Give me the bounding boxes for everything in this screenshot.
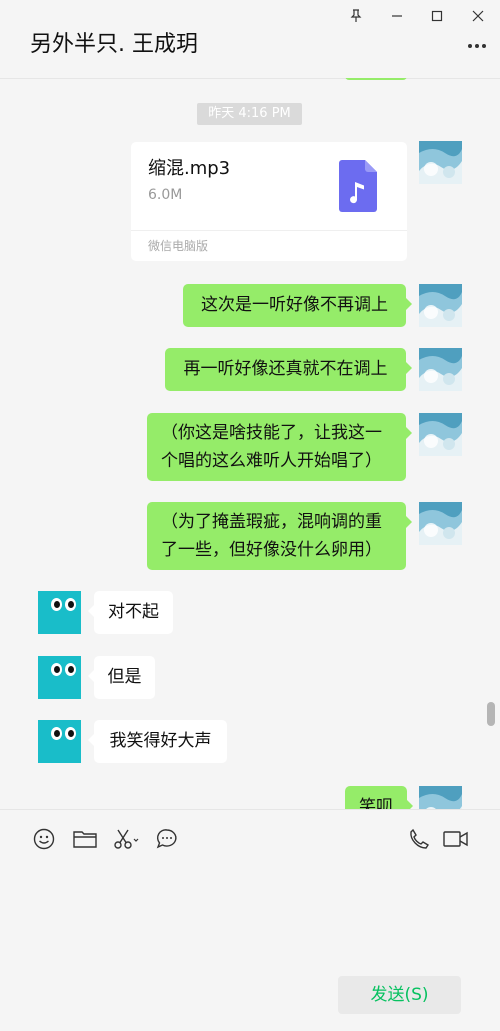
more-dots-icon[interactable] <box>468 40 490 52</box>
sent-message[interactable]: （为了掩盖瑕疵，混响调的重了一些，但好像没什么卵用） <box>147 502 412 570</box>
my-avatar[interactable] <box>419 502 462 545</box>
file-source: 微信电脑版 <box>148 239 209 253</box>
sent-bubble-partial <box>345 78 407 80</box>
file-size: 6.0M <box>148 187 183 203</box>
scissors-icon[interactable] <box>112 826 142 852</box>
received-message[interactable]: 对不起 <box>88 591 173 634</box>
my-avatar[interactable] <box>419 284 462 327</box>
my-avatar[interactable] <box>419 786 462 809</box>
folder-icon[interactable] <box>72 826 98 852</box>
video-call-icon[interactable] <box>442 826 470 852</box>
send-button[interactable]: 发送(S) <box>338 976 461 1014</box>
sent-message[interactable]: 再一听好像还真就不在调上 <box>165 348 412 391</box>
chat-bubble-icon[interactable] <box>154 826 180 852</box>
input-area[interactable]: 发送(S) <box>0 809 500 1031</box>
sent-message[interactable]: 笑呗 <box>345 786 413 809</box>
sent-message[interactable]: 这次是一听好像不再调上 <box>183 284 412 327</box>
emoji-icon[interactable] <box>31 826 57 852</box>
contact-avatar[interactable] <box>38 656 81 699</box>
file-message[interactable]: 缩混.mp3 6.0M 微信电脑版 <box>131 142 407 261</box>
my-avatar[interactable] <box>419 141 462 184</box>
timestamp: 昨天 4:16 PM <box>197 103 302 125</box>
pin-icon[interactable] <box>345 6 367 26</box>
received-message[interactable]: 但是 <box>88 656 155 699</box>
contact-avatar[interactable] <box>38 720 81 763</box>
sent-message[interactable]: （你这是啥技能了，让我这一个唱的这么难听人开始唱了） <box>147 413 412 481</box>
maximize-icon[interactable] <box>426 6 448 26</box>
chat-title: 另外半只. 王成玥 <box>30 32 198 57</box>
scrollbar-thumb[interactable] <box>487 702 495 726</box>
close-icon[interactable] <box>467 6 489 26</box>
contact-avatar[interactable] <box>38 591 81 634</box>
chat-header: 另外半只. 王成玥 <box>0 0 500 79</box>
minimize-icon[interactable] <box>386 6 408 26</box>
message-list[interactable]: 昨天 4:16 PM 缩混.mp3 6.0M 微信电脑版 这次是一听好像不再调上… <box>0 78 500 809</box>
file-name: 缩混.mp3 <box>148 158 231 179</box>
my-avatar[interactable] <box>419 348 462 391</box>
music-file-icon <box>339 160 377 212</box>
phone-icon[interactable] <box>406 826 432 852</box>
my-avatar[interactable] <box>419 413 462 456</box>
received-message[interactable]: 我笑得好大声 <box>88 720 227 763</box>
divider <box>131 230 407 231</box>
